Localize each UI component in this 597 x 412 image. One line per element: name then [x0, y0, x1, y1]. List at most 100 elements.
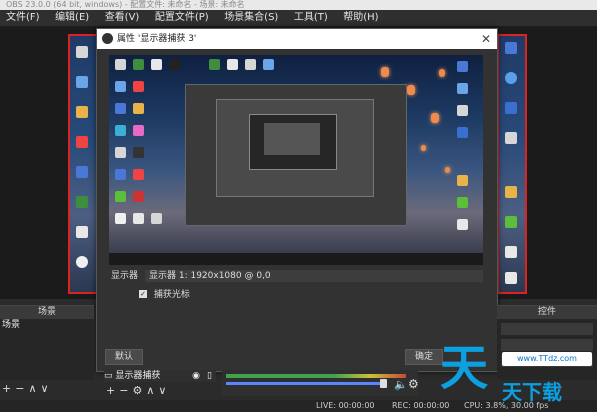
source-name: 显示器捕获	[115, 371, 161, 381]
desktop-icon	[505, 42, 517, 54]
visibility-icon[interactable]: ◉	[192, 370, 200, 382]
desktop-icon	[457, 175, 468, 186]
display-row: 显示器 显示器 1: 1920x1080 @ 0,0	[109, 269, 483, 283]
defaults-button[interactable]: 默认	[105, 349, 143, 365]
watermark-url: www.TTdz.com	[502, 352, 592, 366]
volume-slider[interactable]	[226, 382, 386, 385]
desktop-icon	[505, 272, 517, 284]
dialog-title: 属性 '显示器捕获 3'	[117, 34, 197, 44]
desktop-icon	[115, 213, 126, 224]
desktop-icon	[76, 196, 88, 208]
desktop-icon	[133, 103, 144, 114]
watermark-big-char: 天	[440, 340, 489, 396]
menu-help[interactable]: 帮助(H)	[337, 10, 384, 26]
menu-view[interactable]: 查看(V)	[99, 10, 146, 26]
capture-cursor-checkbox[interactable]: ✓	[139, 289, 147, 298]
lantern-decoration	[407, 85, 415, 95]
menu-scene-collection[interactable]: 场景集合(S)	[218, 10, 284, 26]
desktop-icon	[115, 191, 126, 202]
window-title: OBS 23.0.0 (64 bit, windows) - 配置文件: 未命名…	[6, 0, 245, 9]
desktop-icon	[115, 147, 126, 158]
lantern-decoration	[421, 145, 426, 151]
properties-dialog: 属性 '显示器捕获 3' ✕ 显示器 显示器 1: 1920x1080 @ 0,…	[96, 28, 498, 372]
move-down-icon[interactable]: ∨	[158, 384, 170, 397]
capture-preview	[109, 55, 483, 265]
desktop-icon	[457, 105, 468, 116]
window-titlebar: OBS 23.0.0 (64 bit, windows) - 配置文件: 未命名…	[0, 0, 597, 10]
desktop-icon	[133, 169, 144, 180]
desktop-icon	[245, 59, 256, 70]
desktop-icon	[76, 46, 88, 58]
scene-list-item[interactable]: 场景	[0, 319, 94, 331]
source-list-item[interactable]: ▭ 显示器捕获 ◉ ▯	[104, 370, 216, 382]
desktop-icon	[133, 213, 144, 224]
lantern-decoration	[445, 167, 450, 173]
desktop-icon	[457, 61, 468, 72]
obs-logo-icon	[102, 33, 113, 44]
add-icon[interactable]: +	[106, 384, 119, 397]
live-status: LIVE: 00:00:00	[316, 401, 375, 410]
desktop-icon	[457, 83, 468, 94]
move-up-icon[interactable]: ∧	[146, 384, 158, 397]
desktop-icon	[76, 106, 88, 118]
preview-right-edge	[497, 34, 527, 294]
desktop-icon	[115, 103, 126, 114]
watermark-logo: 天 www.TTdz.com 天下载	[440, 338, 597, 412]
add-icon[interactable]: +	[2, 382, 15, 395]
desktop-icon	[133, 147, 144, 158]
gear-icon[interactable]: ⚙	[132, 384, 146, 397]
menu-bar: 文件(F) 编辑(E) 查看(V) 配置文件(P) 场景集合(S) 工具(T) …	[0, 10, 597, 27]
desktop-icon	[457, 127, 468, 138]
desktop-icon	[115, 59, 126, 70]
desktop-icon	[115, 169, 126, 180]
lantern-decoration	[439, 69, 445, 77]
menu-edit[interactable]: 编辑(E)	[49, 10, 95, 26]
dialog-titlebar: 属性 '显示器捕获 3' ✕	[97, 29, 497, 49]
gear-icon[interactable]: ⚙	[408, 377, 419, 391]
display-select[interactable]: 显示器 1: 1920x1080 @ 0,0	[145, 270, 483, 282]
nested-capture-window-3	[249, 114, 337, 170]
menu-profile[interactable]: 配置文件(P)	[149, 10, 215, 26]
display-label: 显示器	[111, 271, 139, 281]
lock-icon[interactable]: ▯	[207, 370, 212, 382]
desktop-icon	[151, 213, 162, 224]
scenes-dock: 场景 场景	[0, 305, 94, 381]
capture-taskbar	[109, 253, 483, 265]
desktop-icon	[76, 256, 88, 268]
ok-button[interactable]: 确定	[405, 349, 443, 365]
desktop-icon	[263, 59, 274, 70]
move-down-icon[interactable]: ∨	[41, 382, 53, 395]
desktop-icon	[505, 186, 517, 198]
desktop-icon	[133, 125, 144, 136]
remove-icon[interactable]: −	[15, 382, 28, 395]
desktop-icon	[169, 59, 180, 70]
controls-button[interactable]	[501, 323, 593, 335]
desktop-icon	[115, 81, 126, 92]
desktop-icon	[133, 81, 144, 92]
remove-icon[interactable]: −	[119, 384, 132, 397]
desktop-icon	[227, 59, 238, 70]
scene-toolbar: +−∧∨	[2, 382, 53, 395]
desktop-icon	[505, 72, 517, 84]
desktop-icon	[115, 125, 126, 136]
source-toolbar: +−⚙∧∨	[106, 384, 170, 397]
audio-mixer: 🔈 ⚙	[222, 370, 419, 396]
menu-file[interactable]: 文件(F)	[0, 10, 46, 26]
move-up-icon[interactable]: ∧	[28, 382, 40, 395]
lantern-decoration	[381, 67, 389, 77]
desktop-icon	[457, 219, 468, 230]
capture-cursor-label: 捕获光标	[153, 290, 190, 300]
menu-tools[interactable]: 工具(T)	[288, 10, 334, 26]
close-icon[interactable]: ✕	[481, 29, 491, 49]
scenes-dock-title: 场景	[0, 306, 94, 319]
desktop-icon	[76, 226, 88, 238]
volume-slider-knob[interactable]	[380, 379, 387, 388]
lantern-decoration	[431, 113, 439, 123]
desktop-icon	[505, 216, 517, 228]
nested-capture-window-2	[216, 99, 374, 197]
speaker-icon[interactable]: 🔈	[394, 378, 408, 391]
volume-meter	[226, 374, 406, 378]
desktop-icon	[76, 136, 88, 148]
capture-cursor-row[interactable]: ✓ 捕获光标	[139, 287, 190, 300]
desktop-icon	[505, 246, 517, 258]
